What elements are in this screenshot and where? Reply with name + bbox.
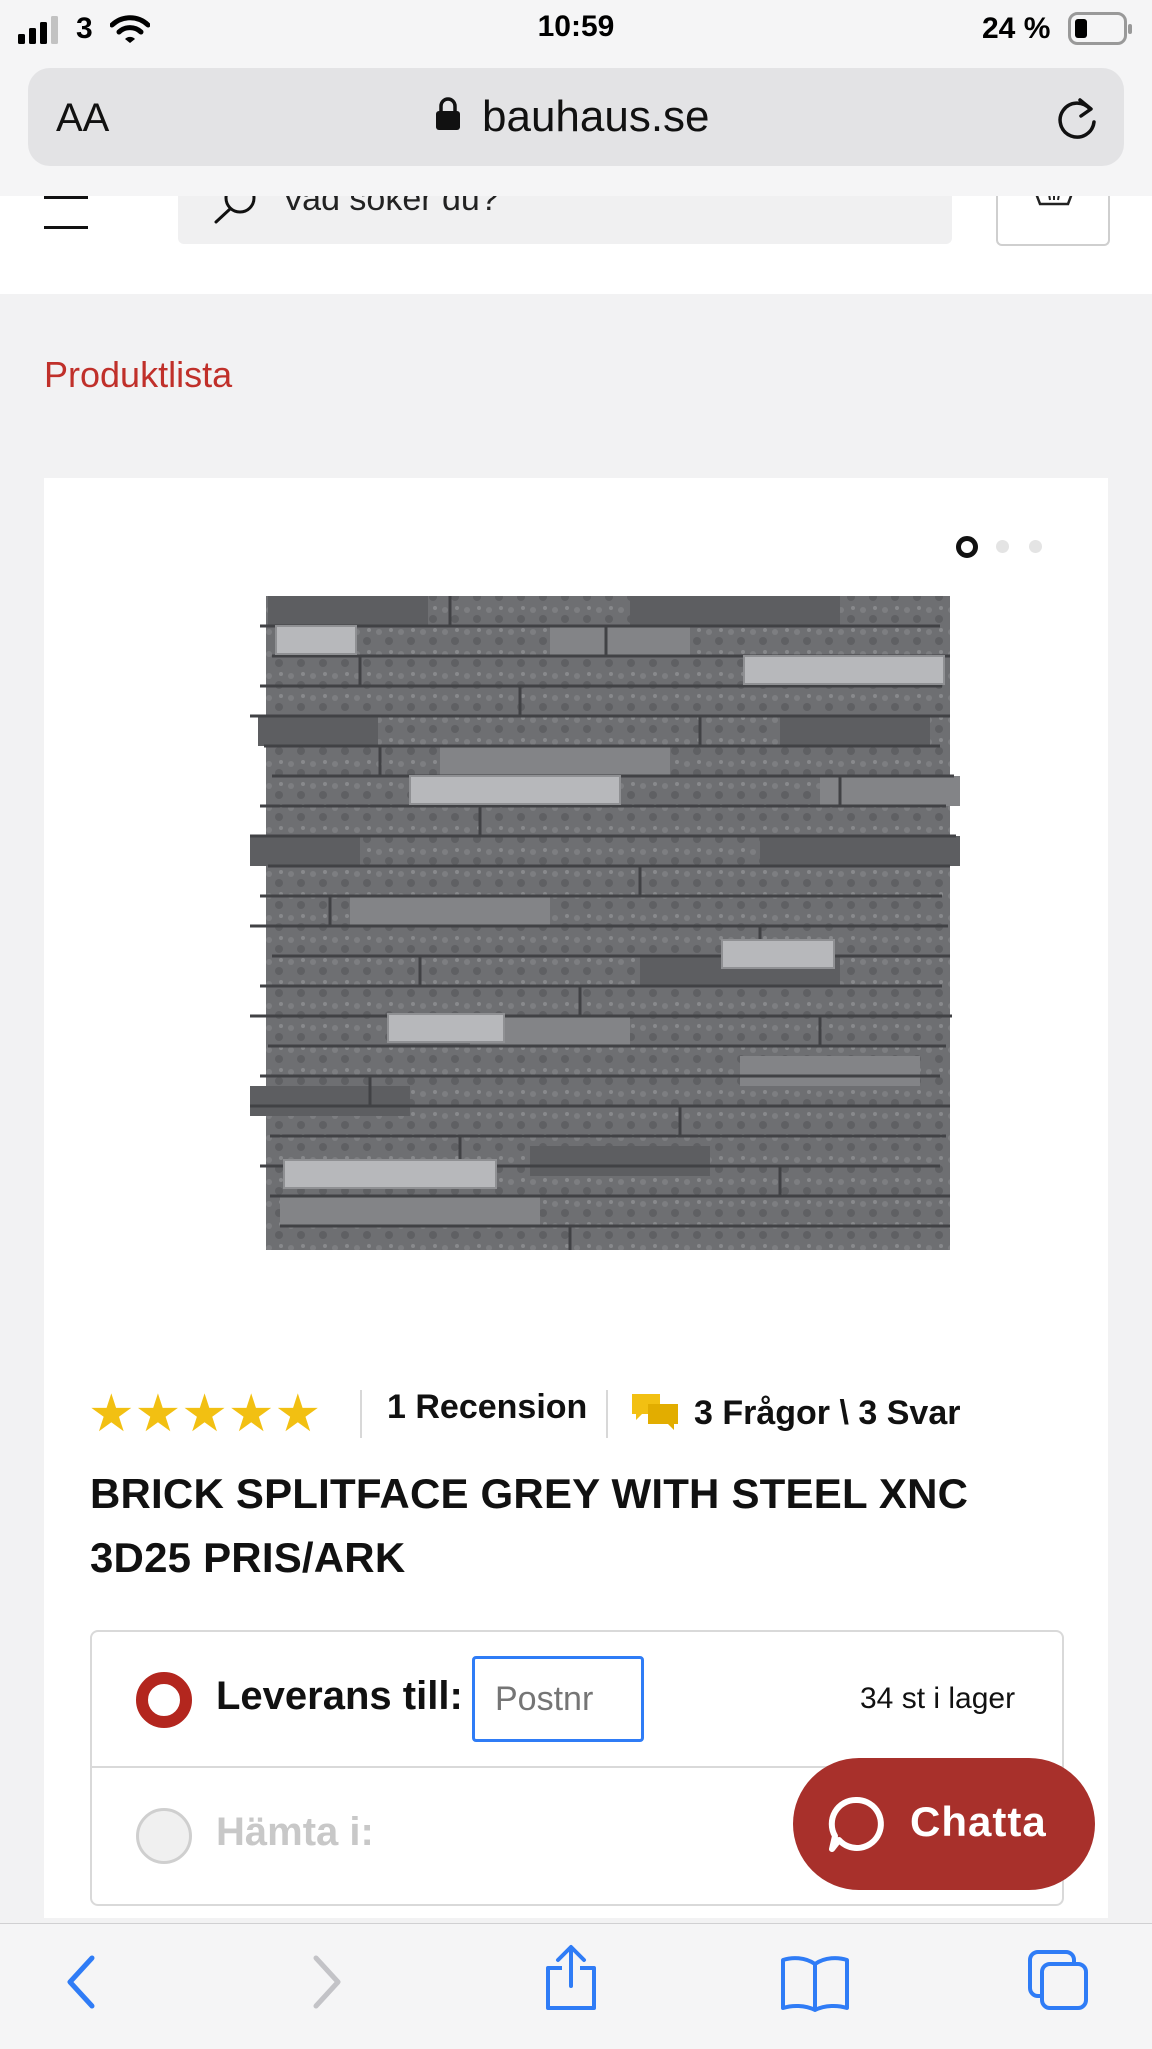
star-icon: ★: [88, 1385, 135, 1443]
carousel-dot-active[interactable]: [956, 536, 978, 558]
cart-button[interactable]: [996, 196, 1110, 246]
product-title: BRICK SPLITFACE GREY WITH STEEL XNC 3D25…: [90, 1462, 968, 1590]
star-icon: ★: [227, 1385, 275, 1443]
stock-status: 34 st i lager: [860, 1682, 1016, 1715]
carousel-dot[interactable]: [996, 540, 1009, 553]
delivery-option-row[interactable]: Leverans till: 34 st i lager: [92, 1632, 1062, 1768]
divider: [606, 1390, 608, 1438]
forward-icon[interactable]: [310, 1952, 346, 2012]
pickup-radio[interactable]: [136, 1808, 192, 1864]
delivery-label: Leverans till:: [216, 1674, 463, 1718]
text-size-button[interactable]: AA: [56, 96, 109, 141]
postcode-input[interactable]: [472, 1656, 644, 1742]
search-placeholder: Vad söker du?: [282, 196, 499, 218]
tabs-icon[interactable]: [1026, 1948, 1092, 2014]
clock: 10:59: [537, 10, 615, 43]
star-icon: ★: [134, 1385, 182, 1443]
address-bar[interactable]: AA bauhaus.se: [28, 68, 1124, 166]
chat-label: Chatta: [910, 1798, 1047, 1845]
chat-button[interactable]: Chatta: [793, 1758, 1095, 1890]
product-title-line: BRICK SPLITFACE GREY WITH STEEL XNC: [90, 1470, 969, 1517]
battery-icon: [1068, 12, 1132, 45]
signal-icon: [18, 16, 58, 44]
wifi-icon: [110, 15, 150, 43]
chat-bubbles-icon: [632, 1394, 678, 1430]
menu-icon[interactable]: [44, 196, 88, 229]
product-title-line: 3D25 PRIS/ARK: [90, 1534, 406, 1581]
carousel-dot[interactable]: [1029, 540, 1042, 553]
share-icon[interactable]: [542, 1944, 600, 2012]
bookmarks-icon[interactable]: [780, 1954, 850, 2012]
qa-link[interactable]: 3 Frågor \ 3 Svar: [694, 1394, 960, 1433]
battery-percent: 24 %: [982, 12, 1051, 45]
carrier-label: 3: [76, 12, 93, 45]
star-icon: ★: [274, 1385, 322, 1443]
search-input[interactable]: Vad söker du?: [178, 196, 952, 244]
reload-icon[interactable]: [1054, 94, 1100, 142]
breadcrumb-link[interactable]: Produktlista: [44, 354, 232, 396]
lock-icon: [436, 97, 460, 130]
rating-stars[interactable]: ★★★★★: [88, 1388, 321, 1440]
site-header: Vad söker du?: [0, 196, 1152, 294]
pickup-label: Hämta i:: [216, 1810, 374, 1854]
star-icon: ★: [181, 1385, 228, 1443]
back-icon[interactable]: [62, 1952, 98, 2012]
browser-toolbar: [0, 1923, 1152, 2049]
status-bar: 3 10:59 24 %: [0, 0, 1152, 64]
delivery-radio-selected[interactable]: [136, 1672, 192, 1728]
divider: [360, 1390, 362, 1438]
cart-icon: [1035, 196, 1073, 206]
reviews-link[interactable]: 1 Recension: [387, 1388, 587, 1427]
search-icon: [214, 196, 256, 224]
url-text[interactable]: bauhaus.se: [482, 92, 710, 142]
product-image[interactable]: [220, 582, 980, 1262]
chat-icon: [828, 1796, 884, 1852]
